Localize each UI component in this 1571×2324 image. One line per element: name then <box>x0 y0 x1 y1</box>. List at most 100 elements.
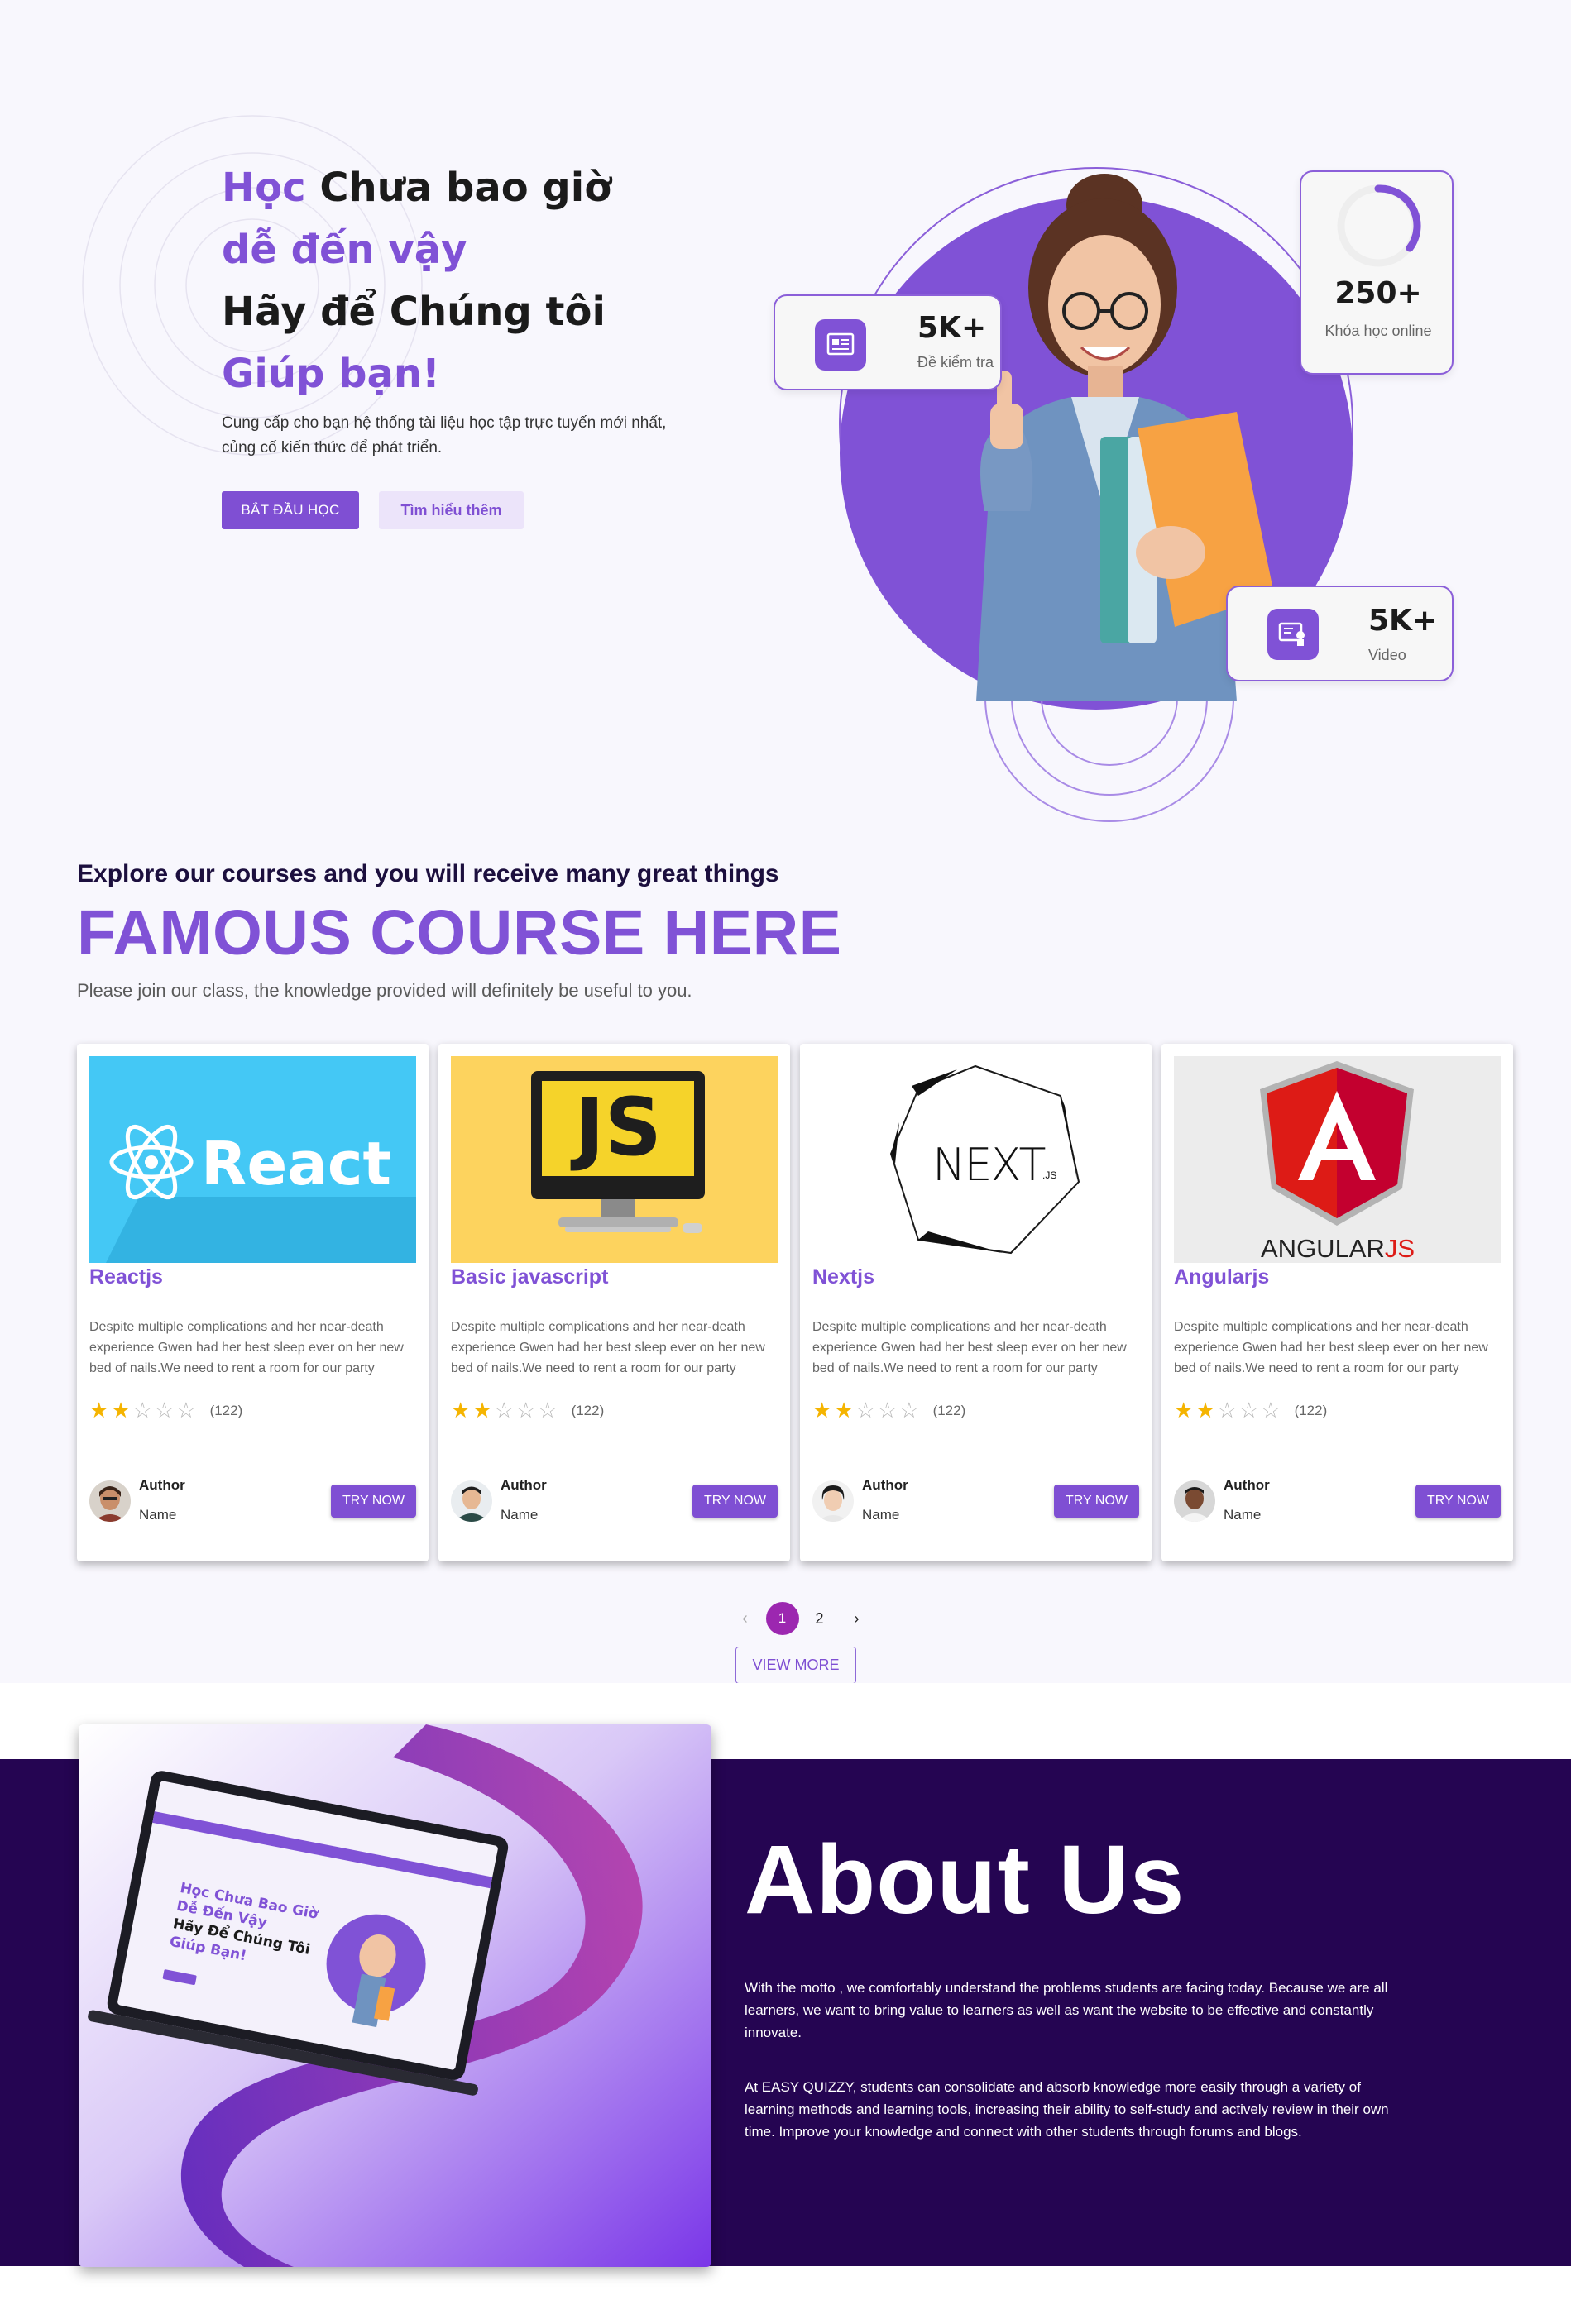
author-label: Author <box>1224 1477 1270 1493</box>
course-list: React Reactjs Despite multiple complicat… <box>77 1044 1514 1561</box>
learn-more-button[interactable]: Tìm hiểu thêm <box>379 491 524 529</box>
star-filled-icon: ★ <box>472 1399 492 1423</box>
course-description: Despite multiple complications and her n… <box>1174 1320 1488 1375</box>
document-icon <box>815 319 866 371</box>
try-now-button[interactable]: TRY NOW <box>331 1485 416 1518</box>
rating: ★ ★ ☆ ☆ ☆ (122) <box>1174 1399 1327 1423</box>
author-avatar <box>812 1480 854 1522</box>
star-filled-icon: ★ <box>451 1399 471 1423</box>
course-card[interactable]: ANGULARJS Angularjs Despite multiple com… <box>1161 1044 1513 1561</box>
author-name: Name <box>139 1507 177 1523</box>
course-card[interactable]: React Reactjs Despite multiple complicat… <box>77 1044 429 1561</box>
about-paragraph-2: At EASY QUIZZY, students can consolidate… <box>745 2079 1389 2140</box>
author-avatar <box>89 1480 131 1522</box>
nextjs-logo-suffix: .JS <box>1042 1169 1057 1181</box>
rating-count: (122) <box>1294 1403 1328 1418</box>
stat-card-videos: 5K+ Video <box>1226 586 1454 681</box>
star-filled-icon: ★ <box>89 1399 109 1423</box>
star-filled-icon: ★ <box>1174 1399 1194 1423</box>
star-empty-icon: ☆ <box>494 1399 514 1423</box>
react-logo-text: React <box>201 1129 391 1198</box>
angular-shield-icon <box>1260 1061 1414 1226</box>
nextjs-logo-text: NEXT <box>932 1139 1047 1191</box>
stat-value: 250+ <box>1334 276 1422 310</box>
star-empty-icon: ☆ <box>877 1399 898 1423</box>
course-image-nextjs: NEXT .JS <box>812 1056 1139 1263</box>
video-lesson-icon <box>1267 609 1319 660</box>
hero-title-line4: Giúp bạn! <box>222 351 440 397</box>
rating: ★ ★ ☆ ☆ ☆ (122) <box>812 1399 965 1423</box>
author-name: Name <box>1224 1507 1262 1523</box>
about-laptop-image: Học Chưa Bao Giờ Dễ Đến Vậy Hãy Để Chúng… <box>79 1724 711 2267</box>
about-paragraph-1: With the motto , we comfortably understa… <box>745 1980 1388 2040</box>
hero-subtitle: Cung cấp cho bạn hệ thống tài liệu học t… <box>222 411 735 461</box>
rating-count: (122) <box>209 1403 243 1418</box>
hero-title: Học Chưa bao giờ dễ đến vậy Hãy để Chúng… <box>222 157 611 405</box>
pagination-page-1[interactable]: 1 <box>764 1602 801 1635</box>
course-description: Despite multiple complications and her n… <box>812 1320 1127 1375</box>
course-image-react: React <box>89 1056 416 1263</box>
course-title[interactable]: Angularjs <box>1174 1265 1269 1289</box>
star-filled-icon: ★ <box>812 1399 832 1423</box>
view-more-button[interactable]: VIEW MORE <box>735 1647 856 1684</box>
courses-subtitle: Please join our class, the knowledge pro… <box>77 980 692 1001</box>
star-empty-icon: ☆ <box>515 1399 536 1423</box>
course-description: Despite multiple complications and her n… <box>451 1320 765 1375</box>
course-title[interactable]: Reactjs <box>89 1265 163 1289</box>
stat-card-tests: 5K+ Đề kiểm tra <box>774 294 1002 390</box>
author-label: Author <box>139 1477 185 1493</box>
progress-ring-icon <box>1337 184 1421 267</box>
star-empty-icon: ☆ <box>176 1399 196 1423</box>
stat-card-courses: 250+ Khóa học online <box>1300 170 1454 375</box>
star-filled-icon: ★ <box>834 1399 854 1423</box>
star-empty-icon: ☆ <box>132 1399 152 1423</box>
stat-label: Video <box>1368 647 1406 663</box>
author-label: Author <box>501 1477 547 1493</box>
pagination-page-2[interactable]: 2 <box>801 1602 838 1635</box>
about-title: About Us <box>745 1825 1185 1934</box>
author-name: Name <box>501 1507 539 1523</box>
start-learning-button[interactable]: BẮT ĐẦU HỌC <box>222 491 359 529</box>
star-empty-icon: ☆ <box>855 1399 875 1423</box>
star-empty-icon: ☆ <box>538 1399 558 1423</box>
hero-subtitle-line1: Cung cấp cho bạn hệ thống tài liệu học t… <box>222 414 667 432</box>
course-title[interactable]: Basic javascript <box>451 1265 608 1289</box>
author-name: Name <box>862 1507 900 1523</box>
angular-logo-word: ANGULAR <box>1261 1234 1385 1263</box>
course-card[interactable]: NEXT .JS Nextjs Despite multiple complic… <box>800 1044 1152 1561</box>
stat-value: 5K+ <box>917 311 987 345</box>
course-title[interactable]: Nextjs <box>812 1265 874 1289</box>
courses-eyebrow: Explore our courses and you will receive… <box>77 860 779 887</box>
pagination: ‹ 1 2 › <box>726 1602 875 1635</box>
stat-label: Khóa học online <box>1324 323 1432 339</box>
star-empty-icon: ☆ <box>154 1399 175 1423</box>
javascript-logo-text: JS <box>575 1081 662 1174</box>
pagination-page-label: 1 <box>765 1602 799 1635</box>
star-empty-icon: ☆ <box>1238 1399 1259 1423</box>
rating: ★ ★ ☆ ☆ ☆ (122) <box>451 1399 604 1423</box>
stat-label: Đề kiểm tra <box>917 354 994 371</box>
try-now-button[interactable]: TRY NOW <box>1054 1485 1139 1518</box>
course-card[interactable]: JS Basic javascript Despite multiple com… <box>438 1044 790 1561</box>
star-empty-icon: ☆ <box>1261 1399 1281 1423</box>
author-avatar <box>1174 1480 1215 1522</box>
courses-title: FAMOUS COURSE HERE <box>77 897 842 968</box>
about-bottom-band <box>0 2266 1571 2324</box>
rating-count: (122) <box>932 1403 966 1418</box>
star-empty-icon: ☆ <box>899 1399 919 1423</box>
author-avatar <box>451 1480 492 1522</box>
course-image-javascript: JS <box>451 1056 778 1263</box>
pagination-next-button[interactable]: › <box>838 1602 875 1635</box>
courses-header: Explore our courses and you will receive… <box>77 860 842 1002</box>
stat-value: 5K+ <box>1368 604 1438 638</box>
rating-count: (122) <box>571 1403 605 1418</box>
angular-logo-accent: JS <box>1384 1234 1415 1263</box>
course-image-angularjs: ANGULARJS <box>1174 1056 1501 1263</box>
try-now-button[interactable]: TRY NOW <box>1415 1485 1501 1518</box>
pagination-prev-button[interactable]: ‹ <box>726 1602 764 1635</box>
star-filled-icon: ★ <box>111 1399 131 1423</box>
star-filled-icon: ★ <box>1195 1399 1215 1423</box>
angular-logo-text: ANGULARJS <box>1261 1234 1415 1263</box>
try-now-button[interactable]: TRY NOW <box>692 1485 778 1518</box>
hero-visual: 5K+ Đề kiểm tra 250+ Khóa học online 5K+… <box>774 164 1477 825</box>
